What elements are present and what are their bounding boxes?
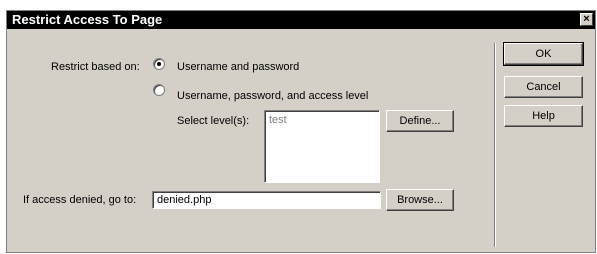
restrict-based-on-label: Restrict based on: (51, 61, 140, 73)
title-bar: Restrict Access To Page × (7, 11, 595, 29)
access-levels-listbox[interactable]: test (264, 110, 380, 183)
access-denied-url-input[interactable]: denied.php (152, 191, 381, 209)
cancel-button[interactable]: Cancel (504, 76, 583, 98)
vertical-divider (494, 43, 496, 247)
radio-access-level-label[interactable]: Username, password, and access level (177, 90, 368, 102)
help-button[interactable]: Help (504, 105, 583, 127)
select-levels-label: Select level(s): (177, 115, 250, 127)
dialog-title: Restrict Access To Page (12, 12, 163, 27)
radio-username-password-access-level[interactable] (153, 84, 165, 96)
radio-username-password-label[interactable]: Username and password (177, 61, 299, 73)
close-icon[interactable]: × (580, 13, 593, 26)
define-button[interactable]: Define... (386, 110, 454, 132)
access-denied-label: If access denied, go to: (23, 194, 137, 206)
radio-username-password[interactable] (153, 58, 165, 70)
list-item[interactable]: test (265, 111, 379, 129)
restrict-access-dialog: Restrict Access To Page × Restrict based… (6, 10, 596, 253)
browse-button[interactable]: Browse... (386, 189, 454, 211)
ok-button[interactable]: OK (503, 42, 584, 66)
